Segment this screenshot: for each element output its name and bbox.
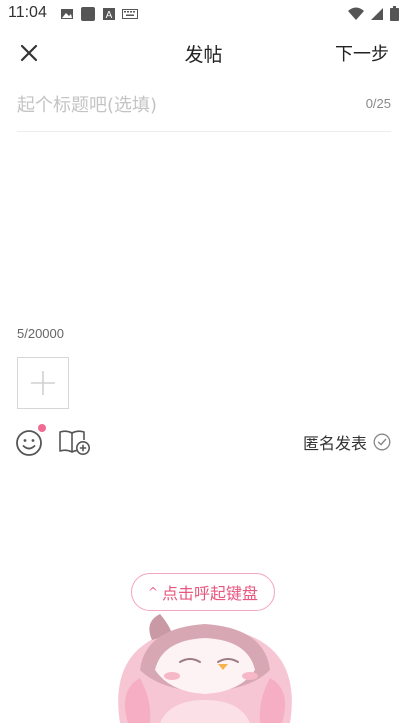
status-icons-right — [348, 6, 399, 21]
top-navigation-bar: 发帖 下一步 — [0, 30, 407, 74]
add-book-button[interactable] — [58, 428, 92, 456]
wifi-icon — [348, 7, 364, 20]
notification-dot — [38, 424, 46, 432]
owl-mascot-icon — [118, 614, 292, 723]
anonymous-post-toggle[interactable]: 匿名发表 — [303, 430, 391, 454]
keyboard-icon — [122, 9, 138, 19]
signal-icon — [371, 7, 383, 20]
show-keyboard-label: 点击呼起键盘 — [162, 584, 259, 603]
square-app-icon — [81, 7, 95, 21]
owl-mascot-illustration — [100, 600, 310, 723]
image-icon — [61, 9, 73, 19]
content-textarea[interactable] — [17, 140, 391, 320]
title-row: 0/25 — [17, 88, 391, 132]
check-circle-icon — [373, 433, 391, 451]
show-keyboard-button[interactable]: ^ 点击呼起键盘 — [131, 573, 275, 611]
plus-icon — [31, 371, 55, 395]
editor-toolbar: 匿名发表 — [0, 424, 407, 460]
status-bar: 11:04 A — [0, 0, 407, 28]
status-icons-left: A — [60, 6, 138, 22]
content-char-count: 5/20000 — [17, 326, 64, 341]
chevron-up-icon: ^ — [147, 585, 159, 599]
add-image-button[interactable] — [17, 357, 69, 409]
book-plus-icon — [59, 430, 90, 455]
anonymous-post-label: 匿名发表 — [302, 434, 367, 453]
svg-text:A: A — [106, 10, 113, 21]
status-time: 11:04 — [8, 4, 47, 21]
battery-icon — [390, 6, 399, 21]
title-char-count: 0/25 — [365, 96, 391, 111]
title-input[interactable] — [17, 88, 337, 122]
next-step-button[interactable]: 下一步 — [335, 40, 389, 66]
font-a-icon: A — [103, 8, 115, 21]
